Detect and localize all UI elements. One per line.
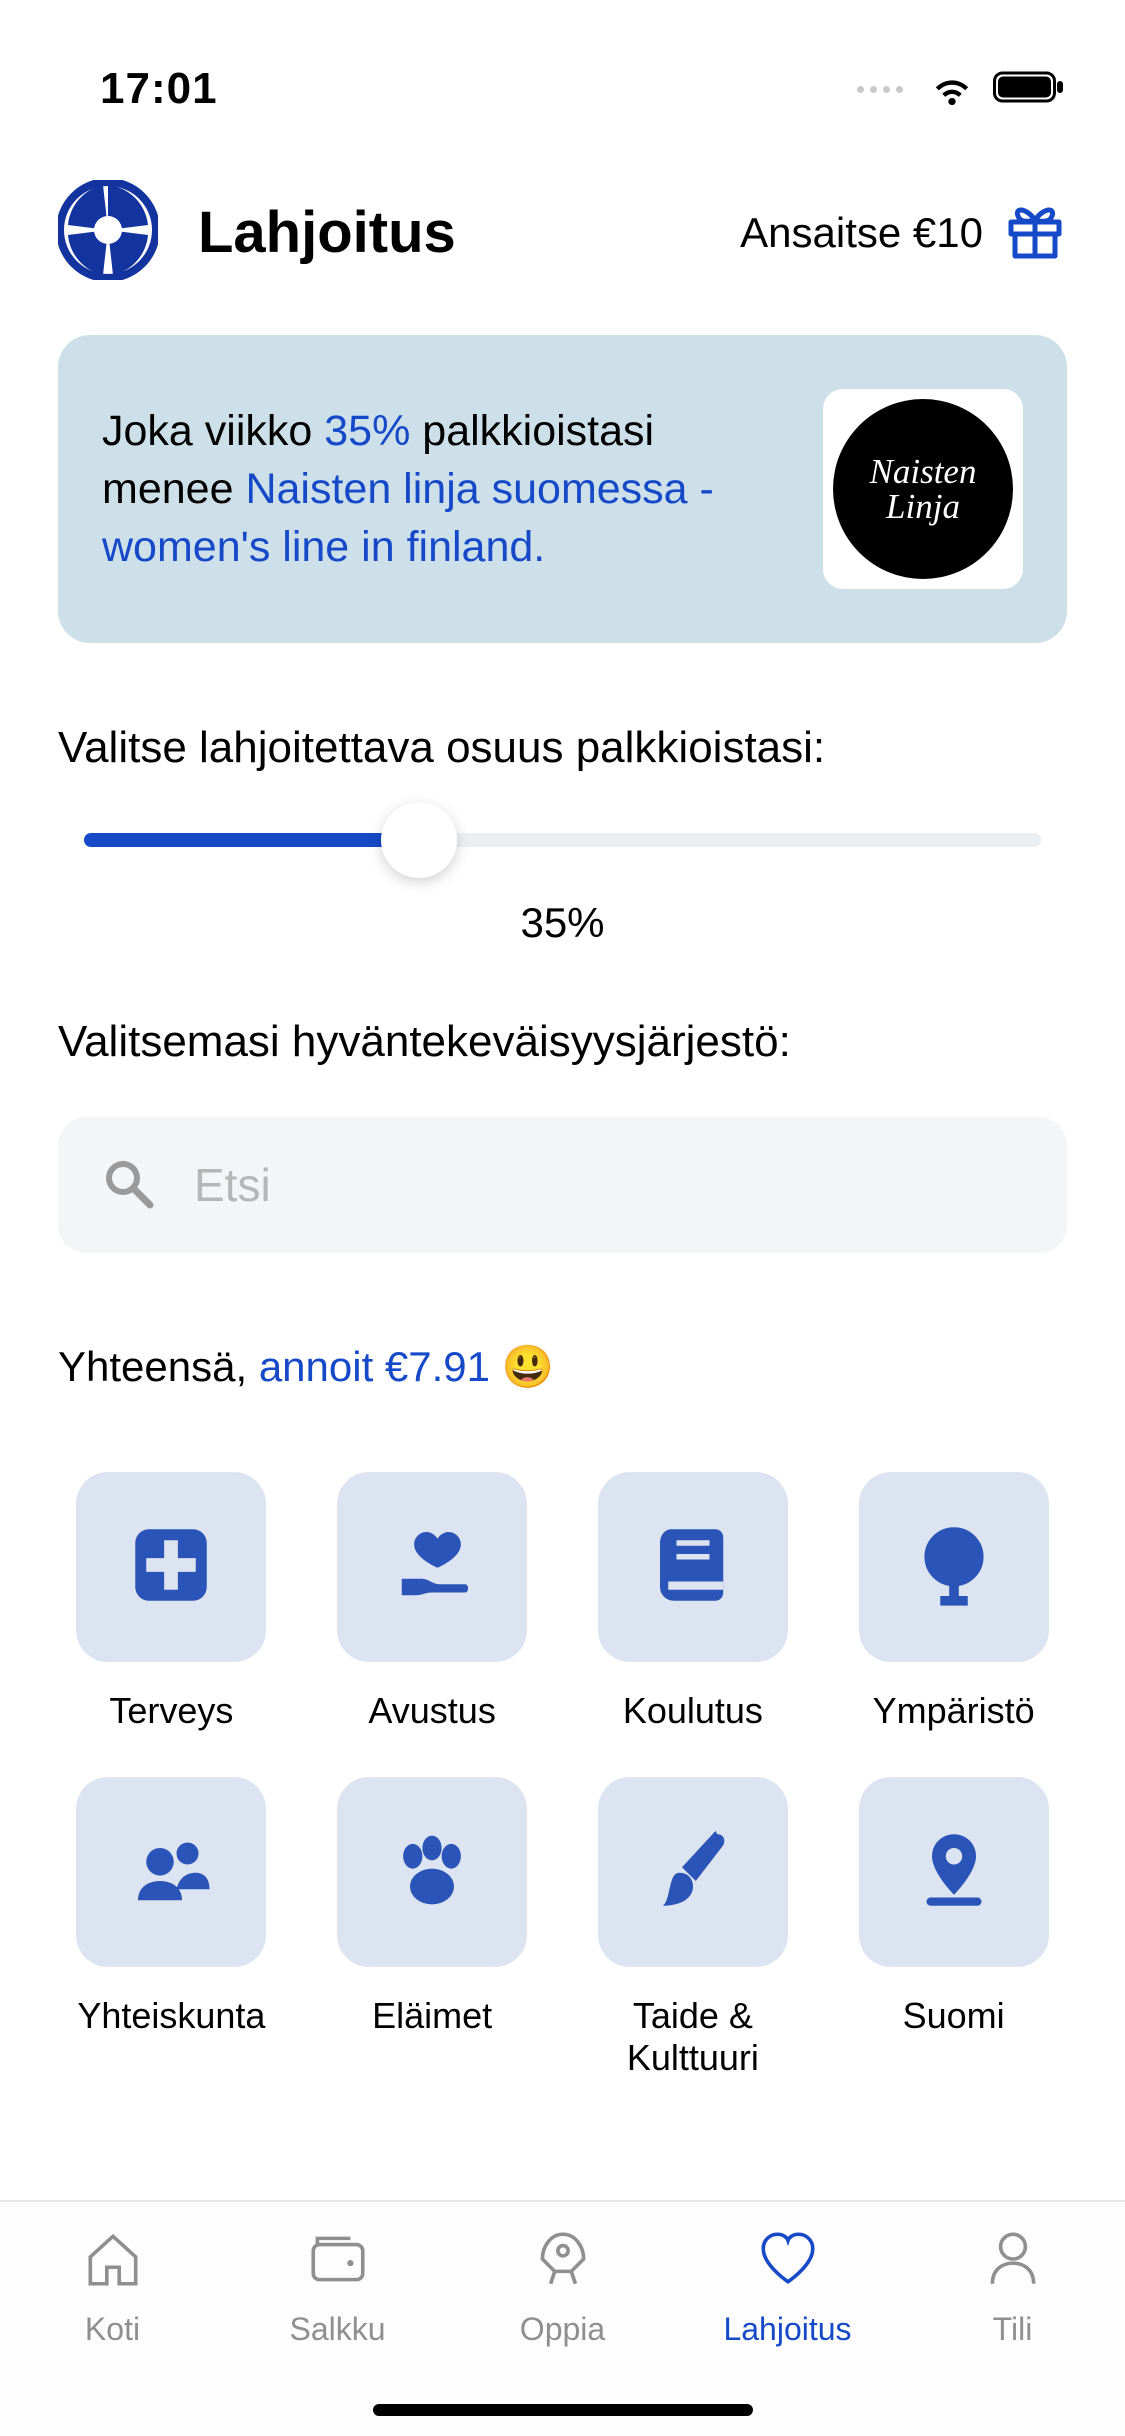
earn-reward-button[interactable]: Ansaitse €10 [740,198,1067,267]
category-label: Eläimet [372,1995,492,2036]
category-label: Avustus [368,1690,495,1731]
category-finland[interactable]: Suomi [840,1777,1067,2078]
category-label: Suomi [903,1995,1005,2036]
hand-heart-icon [388,1521,476,1614]
charity-picker-section: Valitsemasi hyväntekeväisyysjärjestö: [58,1017,1067,1253]
tab-label: Koti [85,2311,140,2348]
category-health[interactable]: Terveys [58,1472,285,1731]
category-label: Taide & Kulttuuri [580,1995,807,2078]
people-icon [127,1826,215,1919]
page-header: Lahjoitus Ansaitse €10 [0,140,1125,325]
wifi-icon [929,68,975,111]
home-indicator [373,2404,753,2416]
bottom-tab-bar: Koti Salkku Oppia Lahjoitus Tili [0,2200,1125,2436]
tab-account[interactable]: Tili [900,2226,1125,2436]
home-icon [80,2226,146,2297]
slider-thumb[interactable] [381,802,457,878]
tree-icon [910,1521,998,1614]
book-icon [649,1521,737,1614]
medical-cross-icon [127,1521,215,1614]
category-society[interactable]: Yhteiskunta [58,1777,285,2078]
app-logo-icon [58,180,158,285]
cellular-dots-icon [857,86,903,93]
status-time: 17:01 [100,64,218,114]
category-label: Yhteiskunta [77,1995,265,2036]
gift-icon [1003,198,1067,267]
category-label: Koulutus [623,1690,763,1731]
category-education[interactable]: Koulutus [580,1472,807,1731]
charity-search-box[interactable] [58,1117,1067,1253]
map-pin-icon [910,1826,998,1919]
category-animals[interactable]: Eläimet [319,1777,546,2078]
wallet-icon [305,2226,371,2297]
slider-fill [84,833,419,847]
search-icon [102,1157,154,1214]
tab-home[interactable]: Koti [0,2226,225,2436]
status-icon-group [857,68,1065,111]
rocket-icon [530,2226,596,2297]
donation-percent-slider[interactable] [84,833,1041,847]
brush-icon [649,1826,737,1919]
battery-icon [993,69,1065,110]
donation-percent-label: Valitse lahjoitettava osuus palkkioistas… [58,723,1067,773]
tab-label: Oppia [520,2311,605,2348]
heart-icon [755,2226,821,2297]
person-icon [980,2226,1046,2297]
donation-percent-value: 35% [58,899,1067,947]
category-label: Terveys [109,1690,233,1731]
tab-label: Tili [993,2311,1033,2348]
tab-label: Salkku [289,2311,385,2348]
category-environment[interactable]: Ympäristö [840,1472,1067,1731]
paw-icon [388,1826,476,1919]
charity-search-input[interactable] [194,1158,1023,1212]
donation-percent-section: Valitse lahjoitettava osuus palkkioistas… [58,723,1067,947]
category-aid[interactable]: Avustus [319,1472,546,1731]
category-label: Ympäristö [873,1690,1035,1731]
tab-label: Lahjoitus [723,2311,851,2348]
charity-logo: Naisten Linja [823,389,1023,589]
earn-reward-label: Ansaitse €10 [740,209,983,257]
donation-banner-text: Joka viikko 35% palkkioistasi menee Nais… [102,402,782,576]
donation-total-line: Yhteensä, annoit €7.91 😃 [58,1343,1067,1392]
charity-picker-label: Valitsemasi hyväntekeväisyysjärjestö: [58,1017,1067,1067]
category-arts[interactable]: Taide & Kulttuuri [580,1777,807,2078]
donation-banner[interactable]: Joka viikko 35% palkkioistasi menee Nais… [58,335,1067,643]
page-title: Lahjoitus [198,199,456,266]
status-bar: 17:01 [0,0,1125,140]
category-grid: Terveys Avustus Koulutus Ympäristö Yhtei… [58,1472,1067,2078]
smile-emoji-icon: 😃 [502,1343,554,1390]
